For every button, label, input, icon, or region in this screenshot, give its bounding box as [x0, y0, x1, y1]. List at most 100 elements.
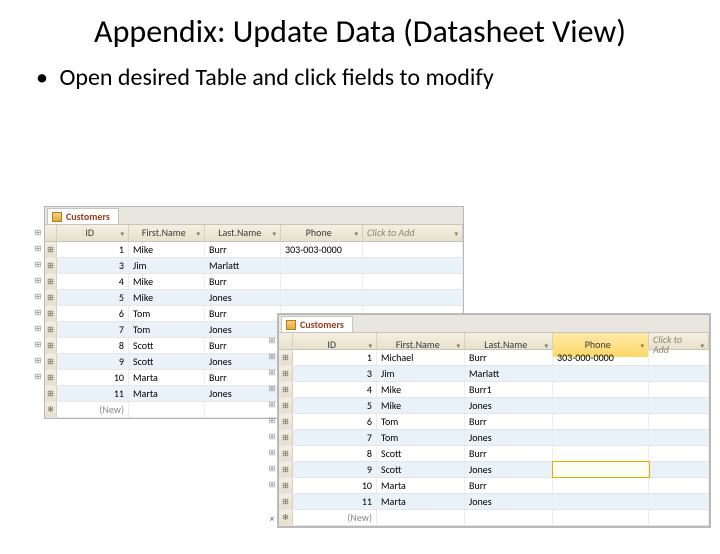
- cell-first[interactable]: Tom: [377, 414, 465, 429]
- row-selector[interactable]: ⊞: [45, 242, 57, 257]
- cell-phone[interactable]: [553, 430, 649, 445]
- cell-last[interactable]: Burr: [465, 414, 553, 429]
- cell-first[interactable]: Marta: [129, 370, 205, 385]
- row-selector[interactable]: ⊞: [45, 274, 57, 289]
- row-selector[interactable]: ⊞: [45, 338, 57, 353]
- cell-phone[interactable]: 303-000-0000: [553, 350, 649, 365]
- cell-id[interactable]: 4: [293, 382, 377, 397]
- cell-id[interactable]: 9: [57, 354, 129, 369]
- cell-id[interactable]: 10: [57, 370, 129, 385]
- cell-id[interactable]: (New): [57, 402, 129, 417]
- cell-extra[interactable]: [363, 274, 463, 289]
- cell-id[interactable]: 11: [293, 494, 377, 509]
- cell-first[interactable]: Mike: [129, 290, 205, 305]
- cell-first[interactable]: Tom: [129, 322, 205, 337]
- row-selector[interactable]: ⊞: [45, 258, 57, 273]
- table-tab[interactable]: Customers: [281, 316, 353, 332]
- row-selector[interactable]: ⊞: [45, 306, 57, 321]
- cell-extra[interactable]: [649, 446, 709, 461]
- cell-first[interactable]: Jim: [129, 258, 205, 273]
- cell-phone[interactable]: [281, 274, 363, 289]
- cell-last[interactable]: Jones: [465, 462, 553, 477]
- cell-id[interactable]: 5: [57, 290, 129, 305]
- cell-id[interactable]: 8: [293, 446, 377, 461]
- row-selector[interactable]: ⊞: [279, 494, 293, 509]
- col-last[interactable]: Last.Name▾: [205, 225, 281, 241]
- cell-extra[interactable]: [649, 414, 709, 429]
- cell-extra[interactable]: [363, 290, 463, 305]
- cell-last[interactable]: Marlatt: [205, 258, 281, 273]
- cell-extra[interactable]: [649, 494, 709, 509]
- cell-phone[interactable]: [553, 462, 649, 477]
- cell-extra[interactable]: [649, 478, 709, 493]
- row-selector[interactable]: ⊞: [279, 430, 293, 445]
- cell-first[interactable]: Mike: [129, 242, 205, 257]
- cell-last[interactable]: Burr: [465, 446, 553, 461]
- cell-first[interactable]: Scott: [129, 354, 205, 369]
- cell-last[interactable]: Jones: [205, 290, 281, 305]
- cell-id[interactable]: 7: [293, 430, 377, 445]
- cell-last[interactable]: Jones: [465, 430, 553, 445]
- row-selector[interactable]: ⊞: [279, 478, 293, 493]
- cell-last[interactable]: Jones: [465, 494, 553, 509]
- cell-phone[interactable]: [553, 382, 649, 397]
- new-row[interactable]: ✻(New): [279, 510, 709, 526]
- new-row-selector[interactable]: ✻: [279, 510, 293, 525]
- row-selector[interactable]: ⊞: [279, 398, 293, 413]
- row-selector[interactable]: ⊞: [45, 290, 57, 305]
- row-selector[interactable]: ⊞: [279, 446, 293, 461]
- cell-first[interactable]: Scott: [129, 338, 205, 353]
- cell-extra[interactable]: [649, 382, 709, 397]
- row-selector[interactable]: ⊞: [45, 354, 57, 369]
- cell-extra[interactable]: [363, 258, 463, 273]
- cell-last[interactable]: Burr: [205, 306, 281, 321]
- cell-last[interactable]: Jones: [465, 398, 553, 413]
- cell-id[interactable]: 3: [293, 366, 377, 381]
- cell-first[interactable]: Marta: [377, 494, 465, 509]
- row-selector[interactable]: ⊞: [279, 366, 293, 381]
- cell-first[interactable]: Scott: [377, 446, 465, 461]
- table-tab[interactable]: Customers: [47, 208, 119, 224]
- cell-id[interactable]: 3: [57, 258, 129, 273]
- cell-first[interactable]: Marta: [129, 386, 205, 401]
- row-selector[interactable]: ⊞: [45, 370, 57, 385]
- cell-id[interactable]: 9: [293, 462, 377, 477]
- col-phone[interactable]: Phone▾: [281, 225, 363, 241]
- cell-first[interactable]: Jim: [377, 366, 465, 381]
- cell-id[interactable]: 8: [57, 338, 129, 353]
- col-id[interactable]: ID▾: [57, 225, 129, 241]
- cell-id[interactable]: 6: [293, 414, 377, 429]
- cell-extra[interactable]: [363, 242, 463, 257]
- col-first[interactable]: First.Name▾: [129, 225, 205, 241]
- cell-extra[interactable]: [649, 462, 709, 477]
- cell-phone[interactable]: [553, 414, 649, 429]
- cell-id[interactable]: (New): [293, 510, 377, 525]
- cell-id[interactable]: 5: [293, 398, 377, 413]
- cell-phone[interactable]: [553, 366, 649, 381]
- cell-id[interactable]: 1: [57, 242, 129, 257]
- row-selector[interactable]: ⊞: [279, 462, 293, 477]
- row-selector[interactable]: ⊞: [279, 350, 293, 365]
- cell-last[interactable]: Marlatt: [465, 366, 553, 381]
- cell-id[interactable]: 1: [293, 350, 377, 365]
- cell-phone[interactable]: [553, 446, 649, 461]
- cell-first[interactable]: Scott: [377, 462, 465, 477]
- cell-id[interactable]: 11: [57, 386, 129, 401]
- cell-first[interactable]: Mike: [377, 382, 465, 397]
- row-selector[interactable]: ⊞: [279, 414, 293, 429]
- cell-last[interactable]: Burr: [205, 274, 281, 289]
- row-selector[interactable]: ⊞: [45, 386, 57, 401]
- new-row-selector[interactable]: ✻: [45, 402, 57, 417]
- cell-first[interactable]: Tom: [377, 430, 465, 445]
- cell-phone[interactable]: [553, 398, 649, 413]
- cell-id[interactable]: 4: [57, 274, 129, 289]
- cell-first[interactable]: Mike: [129, 274, 205, 289]
- cell-first[interactable]: Michael: [377, 350, 465, 365]
- cell-last[interactable]: Burr: [465, 350, 553, 365]
- cell-extra[interactable]: [649, 350, 709, 365]
- row-selector[interactable]: ⊞: [45, 322, 57, 337]
- cell-last[interactable]: Burr1: [465, 382, 553, 397]
- cell-last[interactable]: Burr: [205, 242, 281, 257]
- cell-phone[interactable]: [281, 258, 363, 273]
- cell-extra[interactable]: [649, 430, 709, 445]
